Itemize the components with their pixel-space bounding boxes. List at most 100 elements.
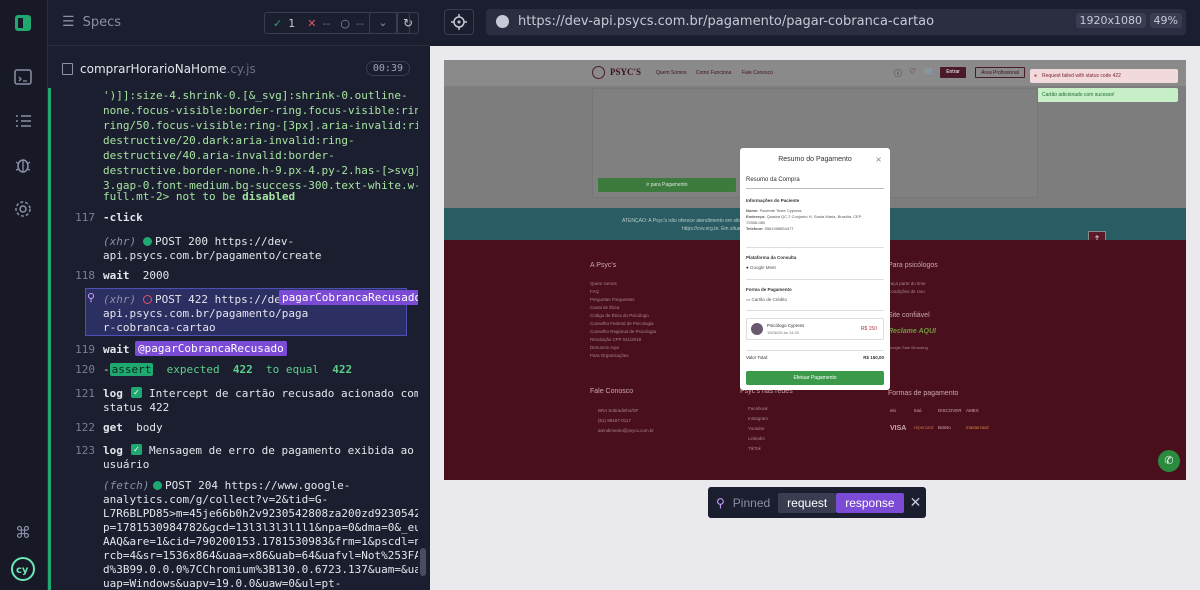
whatsapp-icon[interactable]: ✆ (1158, 450, 1180, 472)
cypress-logo-icon[interactable]: cy (10, 556, 36, 582)
footer-link[interactable]: Perguntas Frequentes (590, 296, 700, 304)
fetch-url: uap=Windows&uapv=19.0.0&uaw=0&ul=pt- (103, 577, 342, 590)
assert-actual: 422 (232, 363, 253, 376)
fetch-url: p=1781530984782&gcd=13l3l3l3l1l1&npa=0&d… (103, 521, 418, 534)
log-line-tail: not to be (175, 190, 236, 203)
footer-link[interactable]: Canal de Ética (590, 304, 700, 312)
label: Endereço: (746, 214, 766, 219)
request-button[interactable]: request (778, 492, 837, 513)
site-logo-text[interactable]: PSYC'S (610, 67, 641, 77)
nav-link[interactable]: Como Funciona (696, 70, 731, 76)
aut-panel: https://dev-api.psycs.com.br/pagamento/p… (430, 0, 1200, 590)
command-number: 122 (75, 421, 95, 434)
video-icon: ● (746, 265, 749, 270)
scrollbar[interactable] (418, 88, 428, 590)
card-logo: Boleto (938, 425, 951, 430)
xhr-label: (xhr) (103, 293, 137, 306)
social-link[interactable]: Youtube (748, 424, 768, 434)
alias-badge: pagarCobrancaRecusado (279, 290, 418, 305)
settings-gear-icon[interactable] (12, 198, 34, 220)
social-link[interactable]: TikTok (748, 444, 768, 454)
attention-link[interactable]: https://cvv.org.br. Em situação de emerg… (682, 226, 742, 232)
footer-link[interactable]: Resolução CFP 011/2018 (590, 336, 700, 344)
contact-phone[interactable]: (61) 98187-0117 (598, 416, 654, 426)
footer-link[interactable]: Faça parte do time (888, 280, 926, 288)
footer-link[interactable]: Para Organizações (590, 352, 700, 360)
card-icon: ▭ (746, 297, 751, 302)
log-line-end: disabled (242, 190, 296, 203)
assert-word: expected (166, 363, 220, 376)
xhr-request[interactable]: POST 200 https://dev- (155, 234, 294, 249)
footer-link[interactable]: Conselho Regional de Psicologia (590, 328, 700, 336)
assert-badge[interactable]: assert (109, 363, 154, 376)
help-icon[interactable]: ⓘ (894, 68, 902, 79)
pin-icon: ⚲ (716, 495, 725, 510)
response-button[interactable]: response (836, 492, 904, 513)
social-link[interactable]: LinkedIn (748, 434, 768, 444)
command-get[interactable]: get (103, 421, 123, 434)
social-link[interactable]: Instagram (748, 414, 768, 424)
footer-heading: Fale Conosco (590, 388, 634, 395)
command-number: 117 (75, 211, 95, 224)
url-bar[interactable]: https://dev-api.psycs.com.br/pagamento/p… (486, 9, 1186, 35)
command-wait[interactable]: wait (103, 269, 130, 282)
cart-icon[interactable]: 🛒 (924, 67, 934, 76)
scrollbar-thumb[interactable] (420, 548, 426, 576)
selector-playground-crosshair-icon[interactable] (444, 9, 474, 35)
keyboard-shortcuts-icon[interactable]: ⌘ (12, 521, 34, 543)
command-log[interactable]: log (103, 386, 123, 401)
footer-link[interactable]: FAQ (590, 288, 700, 296)
footer-link[interactable]: Conselho Federal de Psicologia (590, 320, 700, 328)
close-icon[interactable]: × (875, 155, 882, 164)
footer-heading: Site confiável (888, 312, 930, 319)
check-box-icon: ✓ (131, 444, 142, 455)
pro-area-button[interactable]: Área Profissional (975, 67, 1025, 78)
command-number: 119 (75, 343, 95, 356)
heart-icon[interactable]: ♡ (909, 67, 916, 76)
footer-link[interactable]: Denuncie Aqui (590, 344, 700, 352)
command-dash: - (103, 363, 110, 376)
footer-link[interactable]: Quem somos (590, 280, 700, 288)
app-logo-icon[interactable] (12, 12, 34, 34)
pinned-label: Pinned (732, 495, 771, 510)
go-to-payment-button[interactable]: ir para Pagamento (598, 178, 736, 192)
command-wait[interactable]: wait (103, 342, 130, 357)
contact-email[interactable]: atendimento@psycs.com.br (598, 426, 654, 436)
reclame-aqui-badge[interactable]: Reclame AQUI (888, 328, 936, 335)
toast-error: ● Request failed with status code 422 (1030, 69, 1178, 83)
appointment-price: R$ 150 (860, 326, 877, 332)
nav-link[interactable]: Fale Conosco (742, 70, 773, 76)
footer-psi-links: Faça parte do time Condições de Uso (888, 280, 926, 296)
chevron-down-icon[interactable]: ⌄ (369, 12, 397, 34)
specs-toggle[interactable]: ☰ Specs (62, 14, 121, 30)
runs-icon[interactable] (12, 110, 34, 132)
pay-button[interactable]: Efetuar Pagamento (746, 371, 884, 385)
status-dot-success-icon (143, 237, 152, 246)
google-safe-badge[interactable]: Google Safe Browsing (888, 345, 928, 350)
enter-button[interactable]: Entrar (940, 67, 966, 78)
app-under-test: PSYC'S Quem Somos Como Funciona Fale Con… (444, 60, 1186, 480)
command-click[interactable]: -click (103, 210, 143, 225)
card-logo: mastercard (966, 425, 989, 430)
footer-about-links: Quem somos FAQ Perguntas Frequentes Canal d… (590, 280, 700, 360)
attention-text: ATENÇÃO: A Psyc's não oferece atendiment… (622, 218, 742, 224)
card-logo: elo (890, 408, 897, 413)
restart-icon[interactable]: ↻ (397, 12, 419, 34)
fetch-url: analytics.com/g/collect?v=2&tid=G- (103, 493, 329, 506)
fetch-label: (fetch) (103, 479, 150, 492)
log-line: full.mt-2> (103, 190, 170, 203)
footer-link[interactable]: Código de Ética do Psicólogo (590, 312, 700, 320)
command-log[interactable]: log (103, 443, 123, 458)
pending-circle-icon: ○ (340, 16, 350, 30)
xhr-request-url: r-cobranca-cartao (103, 321, 216, 334)
debug-bug-icon[interactable] (12, 154, 34, 176)
close-icon[interactable]: ✕ (910, 495, 922, 511)
fetch-url: rcb=4&sr=1536x864&uaa=x86&uab=64&uafvl=N… (103, 549, 418, 562)
nav-link[interactable]: Quem Somos (656, 70, 687, 76)
social-link[interactable]: Facebook (748, 404, 768, 414)
footer-link[interactable]: Condições de Uso (888, 288, 926, 296)
specs-icon[interactable] (12, 66, 34, 88)
xhr-request[interactable]: POST 422 https://dev- (155, 292, 294, 307)
pin-icon: ⚲ (87, 291, 96, 304)
fetch-request[interactable]: POST 204 https://www.google- (165, 478, 350, 493)
